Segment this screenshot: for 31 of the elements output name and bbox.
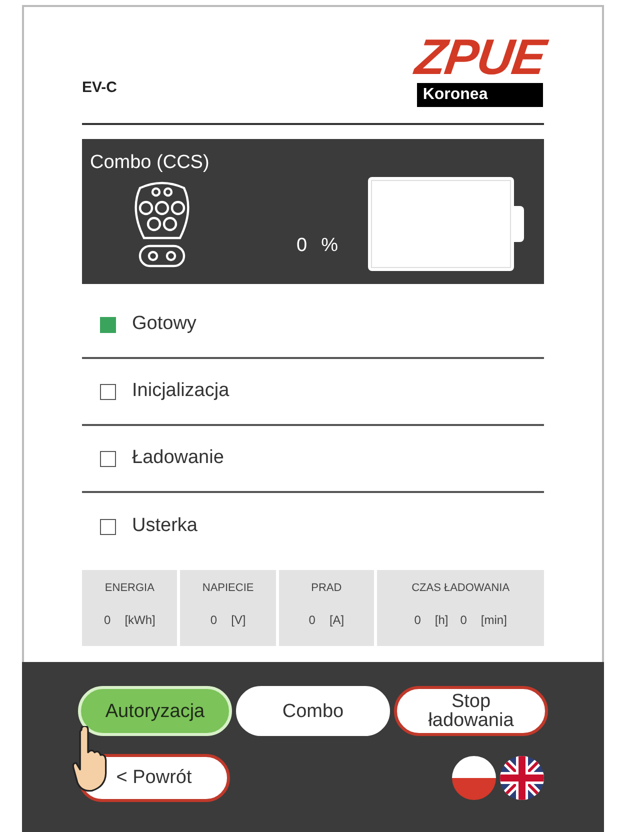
metric-unit: [h] <box>434 612 448 628</box>
metric-unit: [V] <box>231 612 246 628</box>
brand-sublogo: Koronea <box>416 83 543 107</box>
poland-flag-icon[interactable] <box>452 756 496 800</box>
metric-unit: [min] <box>480 612 507 628</box>
action-button[interactable]: Stop ładowania <box>394 686 548 736</box>
hand-pointer-icon <box>72 726 108 792</box>
charge-percent: 0 <box>296 234 308 258</box>
status-label: Gotowy <box>132 312 196 336</box>
connector-name: Combo (CCS) <box>90 151 210 175</box>
metric-label: NAPIECIE <box>202 581 254 596</box>
metric-label: CZAS ŁADOWANIA <box>412 581 510 596</box>
metric-unit: [A] <box>329 612 344 628</box>
percent-unit: % <box>321 234 338 258</box>
device-title: EV-C <box>82 78 118 98</box>
metric-value: 0 <box>210 612 218 628</box>
status-label: Inicjalizacja <box>132 379 230 404</box>
metric-value: 0 <box>414 612 421 628</box>
brand-logo: ZPUE <box>412 31 548 83</box>
action-button[interactable]: Combo <box>236 686 390 736</box>
metric-label: PRAD <box>311 581 342 596</box>
action-button[interactable]: Autoryzacja <box>78 686 232 736</box>
status-label: Usterka <box>132 514 198 538</box>
metric-label: ENERGIA <box>104 581 154 596</box>
metric-value: 0 <box>104 612 111 628</box>
status-label: Ładowanie <box>132 446 224 470</box>
metric-unit: [kWh] <box>124 612 156 628</box>
metric-value: 0 <box>308 612 316 628</box>
uk-flag-icon[interactable] <box>500 756 544 800</box>
battery-icon <box>368 177 524 271</box>
metric-value: 0 <box>460 612 467 628</box>
